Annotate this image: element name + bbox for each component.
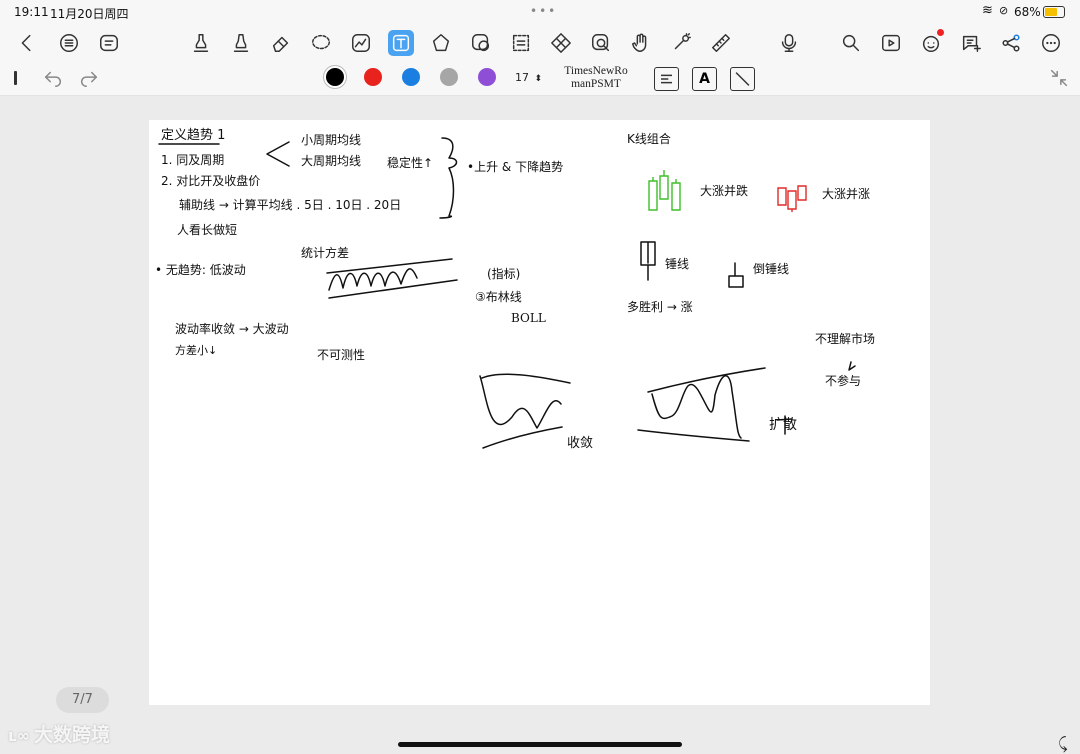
note-kline-title: K线组合 <box>627 132 671 146</box>
text-style-button[interactable]: A <box>692 67 717 91</box>
font-name-line1: TimesNewRo <box>564 65 628 77</box>
search-icon[interactable] <box>838 30 864 56</box>
multitask-dots-icon[interactable]: ••• <box>530 4 557 18</box>
color-red[interactable] <box>364 68 382 86</box>
ruler-icon[interactable] <box>708 30 734 56</box>
note-converge: 收敛 <box>567 436 594 451</box>
font-name-line2: manPSMT <box>571 78 621 90</box>
grid-icon[interactable] <box>548 30 574 56</box>
align-button[interactable] <box>654 67 679 91</box>
note-title: 定义趋势 1 <box>161 128 226 143</box>
note-page[interactable]: 定义趋势 1 1. 同及周期 2. 对比开及收盘价 辅助线 → 计算平均线 . … <box>149 120 930 705</box>
note-big-rise-rise: 大涨并涨 <box>822 187 871 201</box>
image-icon[interactable] <box>348 30 374 56</box>
note-stability: 稳定性↑ <box>387 156 434 170</box>
note-line-3: 辅助线 → 计算平均线 . 5日 . 10日 . 20日 <box>179 198 402 212</box>
note-boll: BOLL <box>511 311 546 325</box>
status-bar: 19:11 11月20日周四 ••• ≋ ⊘ 68% <box>0 0 1080 24</box>
status-date: 11月20日周四 <box>50 7 129 21</box>
hand-icon[interactable] <box>628 30 654 56</box>
note-line-2: 2. 对比开及收盘价 <box>161 174 261 188</box>
text-options-toolbar: 17 ⬍ TimesNewRo manPSMT A <box>0 62 1080 96</box>
note-inverted-hammer: 倒锤线 <box>753 262 790 276</box>
collapse-icon[interactable] <box>1046 65 1072 91</box>
color-blue[interactable] <box>402 68 420 86</box>
focus-icon: ⊘ <box>999 4 1009 17</box>
back-icon[interactable] <box>14 30 40 56</box>
font-family-selector[interactable]: TimesNewRo manPSMT <box>558 65 634 91</box>
undo-icon[interactable] <box>40 65 66 91</box>
note-variance-small: 方差小↓ <box>175 344 218 357</box>
note-line-4: 人看长做短 <box>177 223 238 237</box>
color-purple[interactable] <box>478 68 496 86</box>
note-not-understand: 不理解市场 <box>815 332 876 346</box>
color-black[interactable] <box>326 68 344 86</box>
note-no-trend: • 无趋势: 低波动 <box>155 263 246 277</box>
watermark-text: 大数跨境 <box>33 724 110 746</box>
watermark-logo-icon: ʟ∞ <box>8 726 30 745</box>
note-hammer: 锤线 <box>665 257 690 271</box>
slash-icon <box>735 72 750 86</box>
text-tool-icon[interactable] <box>388 30 414 56</box>
note-bull-win: 多胜利 → 涨 <box>627 300 693 314</box>
note-volatility: 波动率收敛 → 大波动 <box>175 322 289 336</box>
note-line-1: 1. 同及周期 <box>161 153 225 167</box>
zoom-window-icon[interactable] <box>588 30 614 56</box>
battery-icon <box>1043 6 1065 18</box>
home-indicator[interactable] <box>398 742 682 747</box>
font-size-value: 17 <box>515 71 529 84</box>
lasso-icon[interactable] <box>308 30 334 56</box>
microphone-icon[interactable] <box>776 30 802 56</box>
redo-icon[interactable] <box>76 65 102 91</box>
more-icon[interactable] <box>1038 30 1064 56</box>
note-bollinger: ③布林线 <box>475 290 522 304</box>
note-not-participate: 不参与 <box>825 374 862 388</box>
page-indicator[interactable]: 7/7 <box>56 687 109 713</box>
comment-add-icon[interactable] <box>958 30 984 56</box>
note-indicator: (指标) <box>487 267 521 281</box>
laser-pointer-icon[interactable] <box>668 30 694 56</box>
pencil-hover-icon: ⤹ <box>1058 734 1068 753</box>
note-unpredictable: 不可测性 <box>317 348 366 362</box>
main-toolbar <box>0 24 1080 62</box>
menu-icon[interactable] <box>96 30 122 56</box>
watermark: ʟ∞ 大数跨境 <box>8 720 110 747</box>
note-diverge: 扩散 <box>769 417 797 433</box>
shape-icon[interactable] <box>428 30 454 56</box>
pen-tool-icon[interactable] <box>188 30 214 56</box>
status-time: 19:11 <box>14 5 49 19</box>
presentation-icon[interactable] <box>878 30 904 56</box>
note-trend: •上升 & 下降趋势 <box>467 160 564 174</box>
highlighter-icon[interactable] <box>228 30 254 56</box>
cursor-icon <box>14 71 17 85</box>
note-small-period: 小周期均线 <box>301 133 362 147</box>
note-big-rise-fall: 大涨并跌 <box>700 184 749 198</box>
battery-percent: 68% <box>1014 5 1041 19</box>
text-background-button[interactable] <box>730 67 755 91</box>
sticker-icon[interactable] <box>468 30 494 56</box>
bullish-candles-green <box>648 170 681 211</box>
frame-select-icon[interactable] <box>508 30 534 56</box>
ai-assistant-icon[interactable] <box>918 29 944 56</box>
font-size-stepper[interactable]: 17 ⬍ <box>515 71 542 84</box>
outline-icon[interactable] <box>56 30 82 56</box>
align-left-icon <box>661 74 672 84</box>
eraser-icon[interactable] <box>268 30 294 56</box>
bearish-candles-red <box>777 185 807 212</box>
note-variance: 统计方差 <box>301 246 350 260</box>
color-gray[interactable] <box>440 68 458 86</box>
share-icon[interactable] <box>998 30 1024 56</box>
wifi-icon: ≋ <box>982 3 993 18</box>
stepper-arrows-icon: ⬍ <box>534 74 543 84</box>
note-big-period: 大周期均线 <box>301 154 362 168</box>
